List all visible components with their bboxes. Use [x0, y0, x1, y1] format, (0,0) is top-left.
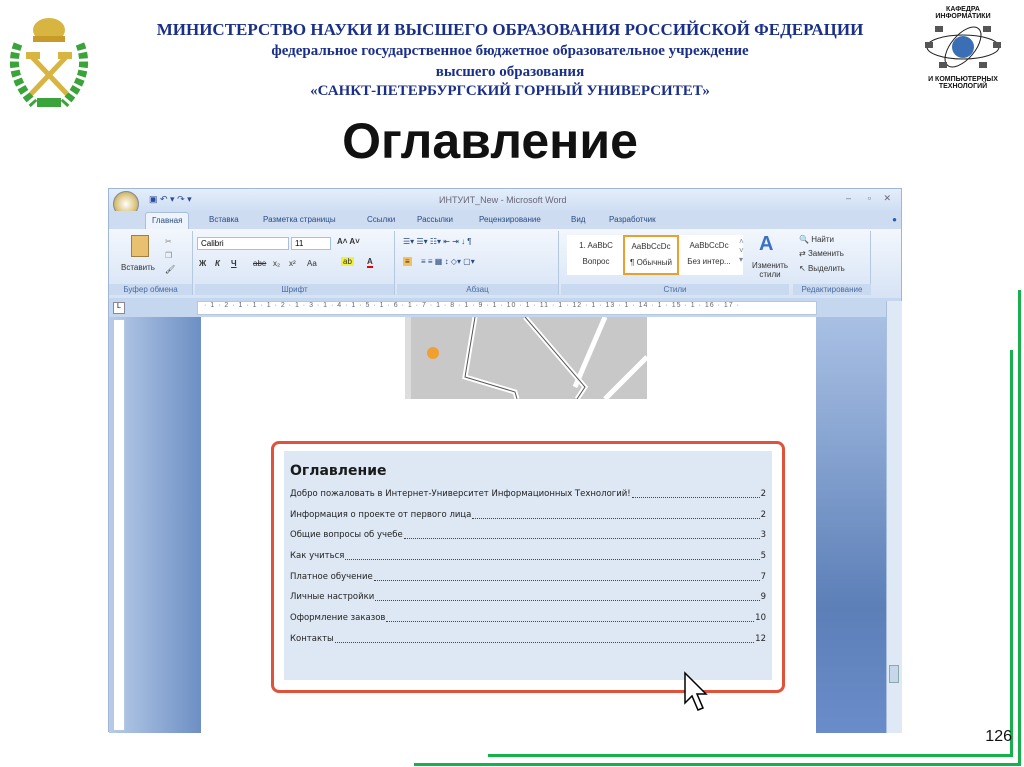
change-styles-icon[interactable]: A — [759, 233, 773, 256]
toc-entry[interactable]: Добро пожаловать в Интернет-Университет … — [290, 489, 766, 510]
editing-label: Редактирование — [793, 284, 871, 295]
title-bar: ▣ ↶ ▾ ↷ ▾ ИНТУИТ_New - Microsoft Word – … — [109, 189, 901, 217]
paste-button[interactable]: Вставить — [121, 263, 155, 272]
align-left-icon[interactable]: ≡ — [403, 257, 412, 266]
change-styles-button[interactable]: Изменить стили — [747, 261, 793, 279]
help-icon[interactable]: ● — [892, 215, 897, 224]
tab-review[interactable]: Рецензирование — [479, 215, 541, 224]
word-window: ▣ ↶ ▾ ↷ ▾ ИНТУИТ_New - Microsoft Word – … — [108, 188, 902, 733]
clipboard-group: Вставить ✂ ❐ 🖌 Буфер обмена — [109, 231, 193, 295]
tab-insert[interactable]: Вставка — [209, 215, 239, 224]
paragraph-label: Абзац — [397, 284, 558, 295]
font-label: Шрифт — [195, 284, 394, 295]
table-of-contents: Оглавление Добро пожаловать в Интернет-У… — [284, 451, 772, 680]
horizontal-ruler[interactable]: · 1 · 2 · 1 · 1 · 1 · 2 · 1 · 3 · 1 · 4 … — [197, 301, 817, 315]
slide-page-number: 126 — [985, 728, 1012, 745]
toc-entry[interactable]: Личные настройки 9 — [290, 592, 766, 613]
subscript-button[interactable]: x₂ — [273, 259, 280, 268]
slide-title: Оглавление — [342, 113, 638, 169]
ribbon: Вставить ✂ ❐ 🖌 Буфер обмена Calibri 11 A… — [109, 229, 901, 298]
frame-line-inner-vertical — [1010, 350, 1013, 757]
alignment-buttons[interactable]: ≡ ≡ ▦ ↕ ◇▾ ▢▾ — [421, 257, 475, 266]
underline-button[interactable]: Ч — [231, 259, 237, 268]
grow-font-button[interactable]: A˄ A˅ — [337, 237, 360, 246]
ministry-line: МИНИСТЕРСТВО НАУКИ И ВЫСШЕГО ОБРАЗОВАНИЯ… — [156, 20, 864, 39]
window-title: ИНТУИТ_New - Microsoft Word — [439, 195, 567, 205]
department-logo: КАФЕДРА ИНФОРМАТИКИ И КОМПЬЮТЕРНЫХ ТЕХНО… — [918, 6, 1008, 110]
cut-icon[interactable]: ✂ — [165, 237, 172, 246]
map-image — [405, 317, 647, 399]
toc-entry[interactable]: Как учиться 5 — [290, 551, 766, 572]
highlight-icon[interactable]: ab — [341, 257, 354, 266]
style-question[interactable]: 1. AaBbC Вопрос — [569, 241, 623, 266]
toc-heading: Оглавление — [290, 463, 387, 479]
table-of-contents-highlight: Оглавление Добро пожаловать в Интернет-У… — [271, 441, 785, 693]
paste-icon[interactable] — [131, 235, 149, 257]
toc-entry[interactable]: Оформление заказов 10 — [290, 613, 766, 634]
tab-references[interactable]: Ссылки — [367, 215, 395, 224]
italic-button[interactable]: К — [215, 259, 220, 268]
tab-page-layout[interactable]: Разметка страницы — [263, 215, 336, 224]
tab-developer[interactable]: Разработчик — [609, 215, 656, 224]
font-size-select[interactable]: 11 — [291, 237, 331, 250]
institution-type-line: федеральное государственное бюджетное об… — [271, 43, 749, 59]
font-name-select[interactable]: Calibri — [197, 237, 289, 250]
paragraph-group: ☰▾ ☰▾ ☷▾ ⇤ ⇥ ↓ ¶ ≡ ≡ ≡ ▦ ↕ ◇▾ ▢▾ Абзац — [397, 231, 559, 295]
styles-label: Стили — [561, 284, 789, 295]
font-color-icon[interactable]: A — [367, 257, 373, 268]
clipboard-label: Буфер обмена — [109, 284, 192, 295]
university-logo — [4, 4, 94, 112]
toc-entry[interactable]: Информация о проекте от первого лица 2 — [290, 510, 766, 531]
replace-button[interactable]: ⇄ Заменить — [799, 249, 844, 258]
frame-line-inner-horizontal — [488, 754, 1013, 757]
tab-view[interactable]: Вид — [571, 215, 585, 224]
styles-scroll[interactable]: ˄ ˅ ▾ — [739, 237, 744, 264]
ribbon-tabs: Главная Вставка Разметка страницы Ссылки… — [109, 211, 901, 229]
bold-button[interactable]: Ж — [199, 259, 206, 268]
vertical-ruler[interactable] — [113, 319, 125, 731]
quick-access-toolbar[interactable]: ▣ ↶ ▾ ↷ ▾ — [149, 194, 192, 205]
tab-selector[interactable]: L — [113, 302, 125, 314]
style-normal[interactable]: AaBbCcDc ¶ Обычный — [623, 235, 679, 275]
style-no-spacing[interactable]: AaBbCcDc Без интер... — [681, 241, 737, 266]
workspace-right — [816, 317, 886, 733]
styles-group: 1. AaBbC Вопрос AaBbCcDc ¶ Обычный AaBbCcD… — [561, 231, 871, 295]
tab-mailings[interactable]: Рассылки — [417, 215, 453, 224]
list-buttons[interactable]: ☰▾ ☰▾ ☷▾ ⇤ ⇥ ↓ ¶ — [403, 237, 472, 246]
change-case-button[interactable]: Aa — [307, 259, 317, 268]
toc-entry[interactable]: Общие вопросы об учебе 3 — [290, 530, 766, 551]
superscript-button[interactable]: x² — [289, 259, 296, 268]
vertical-scrollbar[interactable] — [886, 301, 902, 733]
font-group: Calibri 11 A˄ A˅ Ж К Ч abe x₂ x² Aa ab A… — [195, 231, 395, 295]
restore-button[interactable]: ▫ — [868, 193, 871, 203]
tab-home[interactable]: Главная — [145, 212, 190, 229]
scroll-thumb[interactable] — [889, 665, 899, 683]
copy-icon[interactable]: ❐ — [165, 251, 172, 260]
network-globe-icon — [925, 26, 1001, 68]
find-button[interactable]: 🔍 Найти — [799, 235, 834, 244]
strikethrough-button[interactable]: abe — [253, 259, 266, 268]
toc-entry[interactable]: Платное обучение 7 — [290, 572, 766, 593]
close-button[interactable]: ✕ — [883, 193, 891, 204]
toc-entry[interactable]: Контакты 12 — [290, 634, 766, 655]
university-name-line: «САНКТ-ПЕТЕРБУРГСКИЙ ГОРНЫЙ УНИВЕРСИТЕТ» — [310, 83, 710, 99]
frame-line-outer-vertical — [1018, 290, 1021, 766]
education-level-line: высшего образования — [435, 64, 585, 80]
minimize-button[interactable]: – — [846, 193, 851, 203]
mouse-cursor-icon — [684, 671, 708, 711]
select-button[interactable]: ↖ Выделить — [799, 264, 845, 273]
frame-line-outer-horizontal — [414, 763, 1021, 766]
format-painter-icon[interactable]: 🖌 — [165, 265, 175, 274]
